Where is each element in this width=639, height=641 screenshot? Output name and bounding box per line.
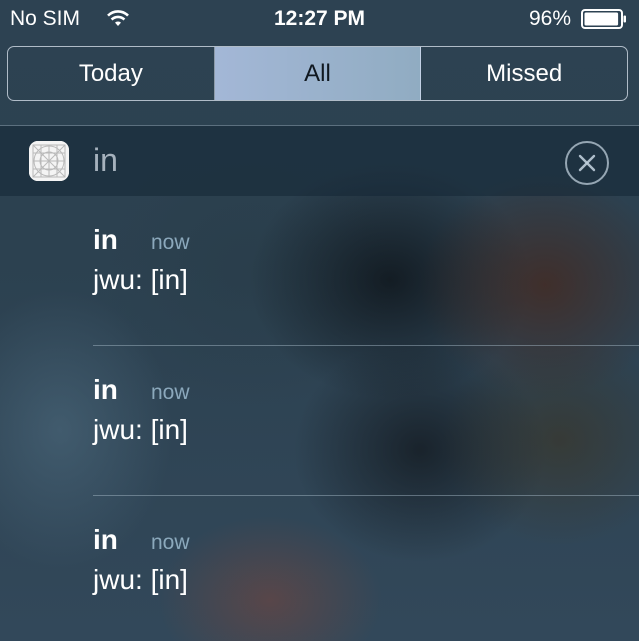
notification-body: jwu: [in] [93,264,188,295]
tab-today[interactable]: Today [8,47,215,100]
notification-filter-segmented-control: Today All Missed [7,46,628,101]
grid-app-icon [29,141,69,181]
notification-body: jwu: [in] [93,414,188,445]
battery-percent: 96% [528,7,571,30]
notification-time: now [151,381,190,404]
tab-missed[interactable]: Missed [421,47,627,100]
notification-time: now [151,231,190,254]
tab-missed-label: Missed [486,59,563,87]
notification-time: now [151,531,190,554]
notification-item[interactable]: in now jwu: [in] [93,496,639,641]
app-group-header[interactable]: in [0,126,639,196]
notification-title: in [93,524,118,555]
battery-icon [581,9,627,29]
tab-all-label: All [304,59,331,87]
tab-today-label: Today [78,59,143,87]
close-icon [578,154,596,172]
notification-body: jwu: [in] [93,564,188,595]
status-bar: No SIM 12:27 PM 96% [0,0,639,38]
notification-item[interactable]: in now jwu: [in] [93,346,639,496]
app-group-name: in [93,142,118,178]
notification-title: in [93,224,118,255]
notification-item[interactable]: in now jwu: [in] [93,196,639,346]
notification-title: in [93,374,118,405]
tab-all[interactable]: All [214,47,422,100]
clear-notifications-button[interactable] [565,141,609,185]
